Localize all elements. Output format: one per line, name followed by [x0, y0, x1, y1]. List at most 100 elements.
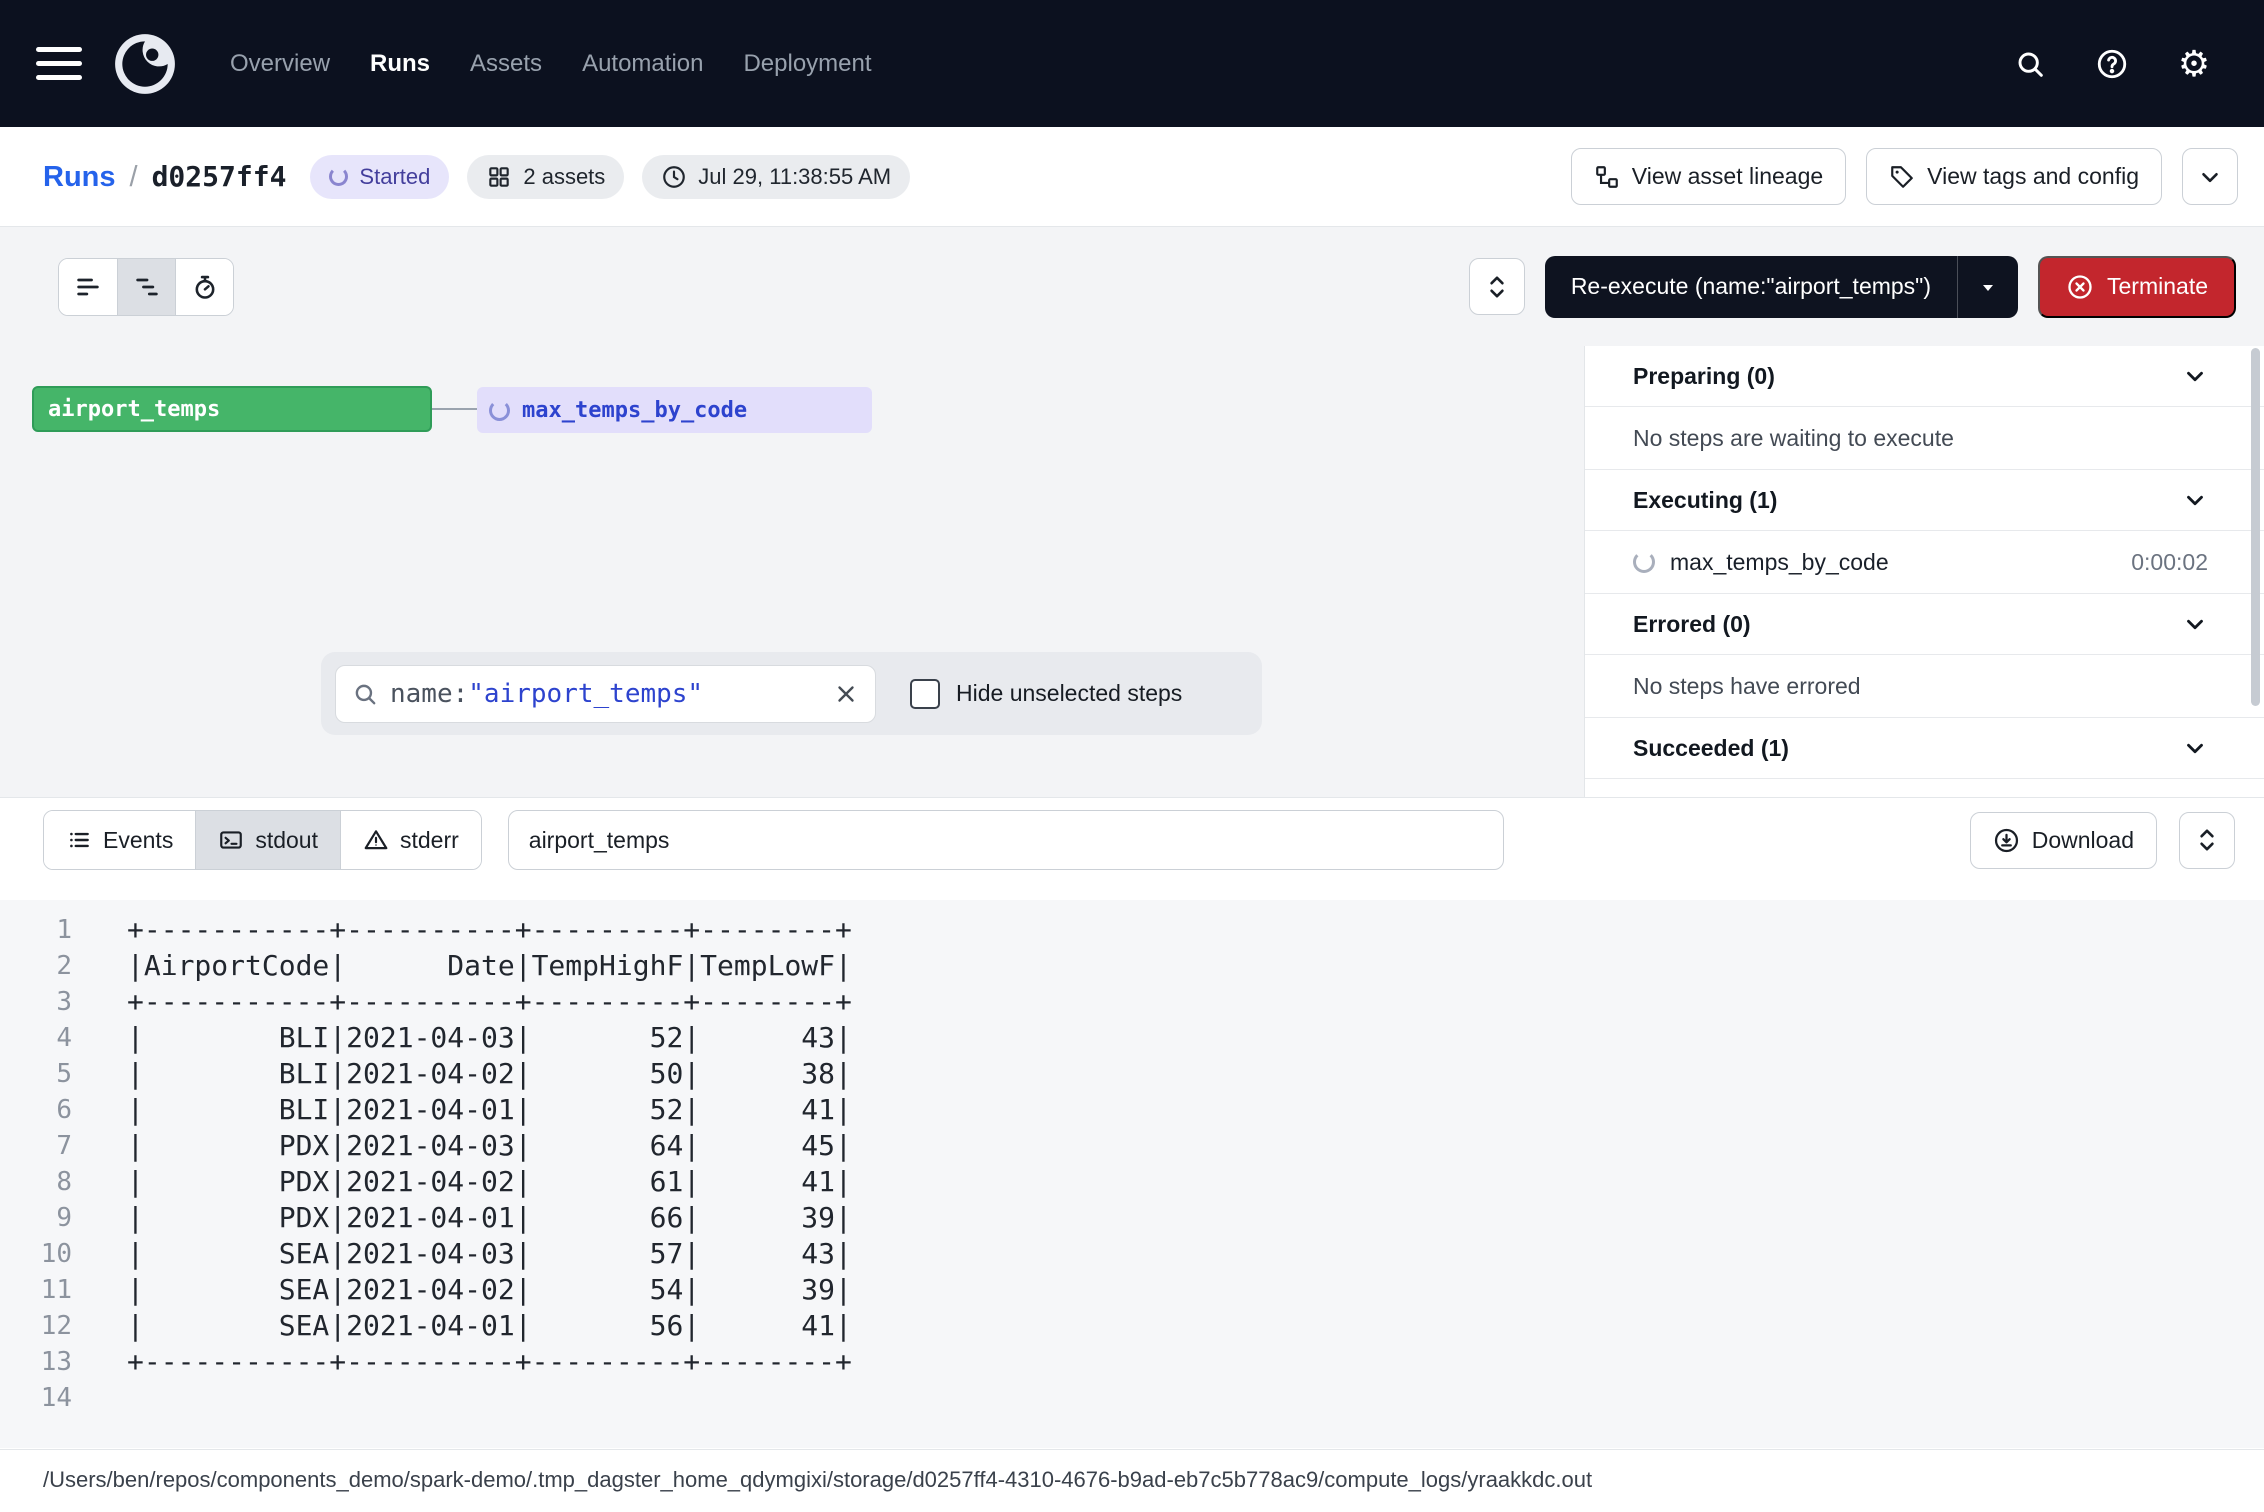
step-elapsed-time: 0:00:02 — [2131, 549, 2208, 576]
executing-step-row[interactable]: max_temps_by_code 0:00:02 — [1585, 531, 2264, 594]
unfold-icon — [2194, 827, 2220, 853]
gantt-view-switcher — [58, 258, 234, 316]
log-line: 3+-----------+----------+---------+-----… — [0, 984, 2264, 1020]
chevron-down-icon — [2197, 164, 2223, 190]
nav-item-automation[interactable]: Automation — [582, 50, 703, 78]
log-line: 5| BLI|2021-04-02| 50| 38| — [0, 1056, 2264, 1092]
log-step-filter-input[interactable] — [508, 810, 1504, 870]
reexecute-dropdown-caret[interactable] — [1957, 256, 2018, 318]
chevron-down-icon — [2182, 363, 2208, 389]
preparing-empty-message: No steps are waiting to execute — [1585, 407, 2264, 470]
status-spinner-icon — [329, 167, 348, 186]
hide-unselected-label: Hide unselected steps — [956, 680, 1182, 707]
view-waterfall-gantt-button[interactable] — [117, 259, 175, 315]
clear-filter-icon[interactable] — [833, 681, 859, 707]
settings-gear-icon[interactable]: ⚙ — [2172, 42, 2216, 86]
download-button[interactable]: Download — [1970, 812, 2157, 869]
reexecute-button[interactable]: Re-execute (name:"airport_temps") — [1545, 256, 2018, 318]
download-icon — [1993, 827, 2020, 854]
top-nav: Overview Runs Assets Automation Deployme… — [0, 0, 2264, 127]
log-type-tabs: Events stdout stderr — [43, 810, 482, 870]
log-line: 9| PDX|2021-04-01| 66| 39| — [0, 1200, 2264, 1236]
log-line: 10| SEA|2021-04-03| 57| 43| — [0, 1236, 2264, 1272]
log-toolbar: Events stdout stderr Download — [0, 810, 2264, 870]
run-status-badge: Started — [310, 155, 449, 199]
nav-item-overview[interactable]: Overview — [230, 50, 330, 78]
search-icon — [352, 681, 378, 707]
gantt-step-airport-temps[interactable]: airport_temps — [32, 386, 432, 432]
gantt-toolbar: Re-execute (name:"airport_temps") Termin… — [0, 227, 2264, 346]
terminal-icon — [218, 827, 244, 853]
chevron-down-icon — [2182, 611, 2208, 637]
log-line: 6| BLI|2021-04-01| 52| 41| — [0, 1092, 2264, 1128]
log-line: 11| SEA|2021-04-02| 54| 39| — [0, 1272, 2264, 1308]
help-icon[interactable] — [2090, 42, 2134, 86]
breadcrumb-separator: / — [130, 161, 138, 194]
panel-section-preparing[interactable]: Preparing (0) — [1585, 346, 2264, 407]
nav-item-runs[interactable]: Runs — [370, 50, 430, 78]
log-line: 2|AirportCode| Date|TempHighF|TempLowF| — [0, 948, 2264, 984]
view-tags-config-button[interactable]: View tags and config — [1866, 148, 2162, 205]
step-status-panel: Preparing (0) No steps are waiting to ex… — [1584, 346, 2264, 797]
panel-section-errored[interactable]: Errored (0) — [1585, 594, 2264, 655]
gantt-expand-collapse-button[interactable] — [1469, 258, 1525, 315]
errored-empty-message: No steps have errored — [1585, 655, 2264, 718]
tab-events[interactable]: Events — [44, 811, 195, 869]
log-file-path: /Users/ben/repos/components_demo/spark-d… — [43, 1467, 1592, 1493]
run-header-bar: Runs / d0257ff4 Started 2 assets Jul 29,… — [0, 127, 2264, 227]
log-line: 8| PDX|2021-04-02| 61| 41| — [0, 1164, 2264, 1200]
nav-item-deployment[interactable]: Deployment — [743, 50, 871, 78]
run-timestamp-badge: Jul 29, 11:38:55 AM — [642, 155, 910, 199]
assets-count-badge[interactable]: 2 assets — [467, 155, 624, 199]
nav-item-assets[interactable]: Assets — [470, 50, 542, 78]
gantt-chart: airport_temps max_temps_by_code name:"ai… — [0, 346, 1584, 797]
stopwatch-icon — [191, 273, 219, 301]
step-spinner-icon — [1633, 551, 1655, 573]
reexecute-label: Re-execute (name:"airport_temps") — [1545, 256, 1957, 318]
warning-triangle-icon — [363, 827, 389, 853]
log-content: 1+-----------+----------+---------+-----… — [0, 900, 2264, 1448]
log-expand-button[interactable] — [2179, 812, 2235, 869]
flat-gantt-icon — [74, 273, 102, 301]
search-icon[interactable] — [2008, 42, 2052, 86]
tag-icon — [1889, 164, 1915, 190]
log-line: 7| PDX|2021-04-03| 64| 45| — [0, 1128, 2264, 1164]
panel-scrollbar[interactable] — [2251, 348, 2260, 706]
step-filter-input[interactable]: name:"airport_temps" — [335, 665, 876, 723]
breadcrumb-runs-link[interactable]: Runs — [43, 161, 116, 194]
clock-icon — [661, 164, 687, 190]
unfold-icon — [1484, 274, 1510, 300]
asset-grid-icon — [486, 164, 512, 190]
log-line: 4| BLI|2021-04-03| 52| 43| — [0, 1020, 2264, 1056]
panel-section-executing[interactable]: Executing (1) — [1585, 470, 2264, 531]
log-file-path-bar: /Users/ben/repos/components_demo/spark-d… — [0, 1449, 2264, 1509]
panel-section-succeeded[interactable]: Succeeded (1) — [1585, 718, 2264, 779]
main-nav: Overview Runs Assets Automation Deployme… — [230, 50, 872, 78]
executing-spinner-icon — [489, 400, 510, 421]
chevron-down-icon — [2182, 735, 2208, 761]
waterfall-gantt-icon — [133, 273, 161, 301]
cancel-circle-icon — [2066, 273, 2094, 301]
gantt-dependency-line — [432, 408, 477, 410]
log-line: 14 — [0, 1380, 2264, 1416]
events-list-icon — [66, 827, 92, 853]
log-line: 1+-----------+----------+---------+-----… — [0, 912, 2264, 948]
gantt-step-max-temps-by-code[interactable]: max_temps_by_code — [477, 387, 872, 433]
caret-down-icon — [1976, 275, 2000, 299]
view-flat-gantt-button[interactable] — [59, 259, 117, 315]
gantt-filter-bar: name:"airport_temps" Hide unselected ste… — [321, 652, 1262, 735]
tab-stdout[interactable]: stdout — [195, 811, 340, 869]
tab-stderr[interactable]: stderr — [340, 811, 481, 869]
hide-unselected-checkbox[interactable] — [910, 679, 940, 709]
view-timer-button[interactable] — [175, 259, 233, 315]
header-more-actions-button[interactable] — [2182, 148, 2238, 205]
menu-icon[interactable] — [36, 47, 82, 80]
run-id: d0257ff4 — [152, 160, 287, 193]
dagster-logo-icon[interactable] — [112, 31, 178, 97]
compute-logs-section: Events stdout stderr Download 1+--------… — [0, 797, 2264, 1449]
view-asset-lineage-button[interactable]: View asset lineage — [1571, 148, 1846, 205]
log-line: 12| SEA|2021-04-01| 56| 41| — [0, 1308, 2264, 1344]
breadcrumb: Runs / d0257ff4 — [43, 160, 286, 194]
terminate-button[interactable]: Terminate — [2038, 256, 2236, 318]
run-main-region: Re-execute (name:"airport_temps") Termin… — [0, 227, 2264, 797]
